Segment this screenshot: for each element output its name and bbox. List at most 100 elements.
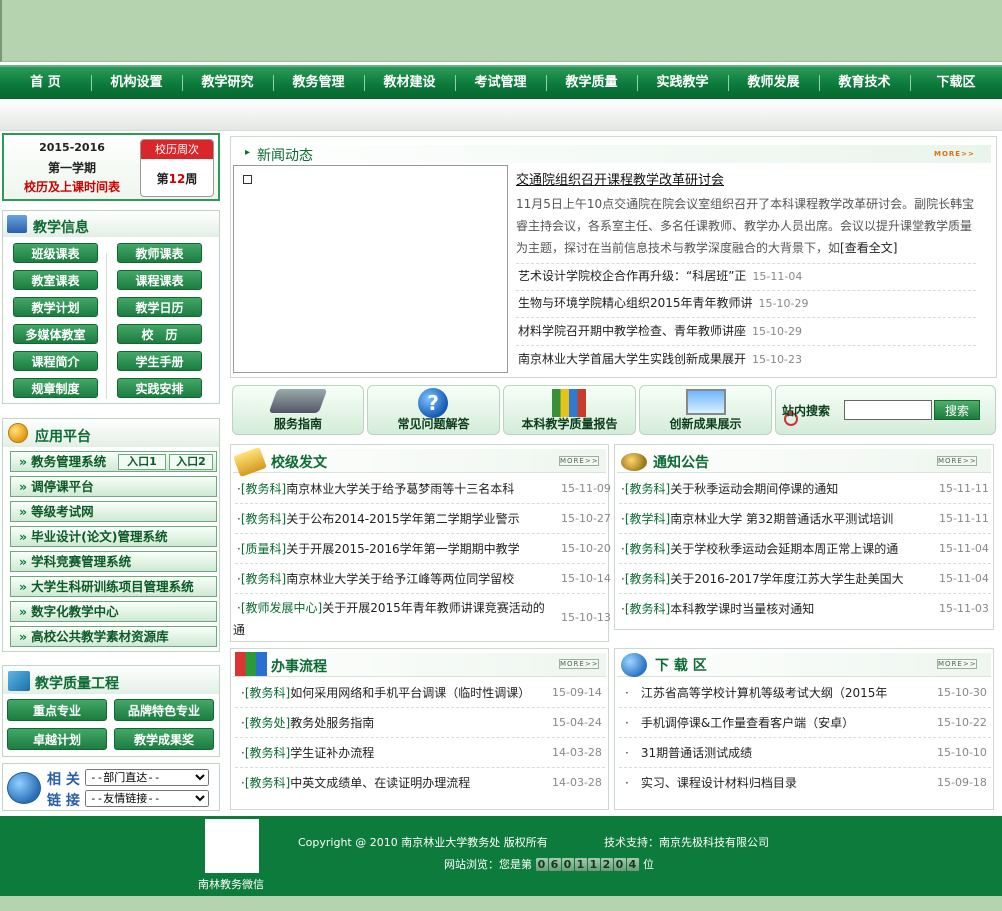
quality-report-link[interactable]: 本科教学质量报告 (503, 385, 636, 435)
btn-school-calendar[interactable]: 校 历 (117, 324, 202, 344)
btn-brand-major[interactable]: 品牌特色专业 (114, 699, 214, 721)
btn-practice-arrangement[interactable]: 实践安排 (117, 378, 202, 398)
btn-excellence-plan[interactable]: 卓越计划 (7, 728, 107, 750)
news-item[interactable]: 材料学院召开期中教学检查、青年教师讲座 15-10-29 (518, 323, 978, 339)
btn-key-major[interactable]: 重点专业 (7, 699, 107, 721)
btn-teacher-schedule[interactable]: 教师课表 (117, 243, 202, 263)
search-input[interactable] (844, 400, 932, 420)
btn-course-schedule[interactable]: 课程课表 (117, 270, 202, 290)
nav-organization[interactable]: 机构设置 (91, 67, 182, 99)
nav-quality[interactable]: 教学质量 (546, 67, 637, 99)
process-item[interactable]: ·[教务科]学生证补办流程 14-03-28 (241, 745, 603, 761)
faq-link[interactable]: ? 常见问题解答 (367, 385, 500, 435)
docs-item-title[interactable]: 关于开展2015-2016学年第一学期期中教学 (286, 542, 519, 556)
news-item[interactable]: 艺术设计学院校企合作再升级：“科居班”正 15-11-04 (518, 268, 978, 284)
platform-competition-system[interactable]: » 学科竞赛管理系统 (10, 551, 217, 572)
innovation-link[interactable]: 创新成果展示 (639, 385, 772, 435)
docs-item-title[interactable]: 南京林业大学关于给予葛梦雨等十三名本科 (286, 482, 514, 496)
download-item[interactable]: · 实习、课程设计材料归档目录 15-09-18 (625, 775, 989, 791)
btn-teaching-award[interactable]: 教学成果奖 (114, 728, 214, 750)
btn-course-intro[interactable]: 课程简介 (13, 351, 98, 371)
news-item-title[interactable]: 艺术设计学院校企合作再升级：“科居班”正 (518, 269, 746, 283)
process-item-title[interactable]: 教务处服务指南 (290, 716, 374, 730)
docs-item-title-continued[interactable]: 通 (233, 623, 245, 637)
process-more-link[interactable]: MORE>> (559, 659, 599, 669)
nav-textbooks[interactable]: 教材建设 (364, 67, 455, 99)
docs-item-title[interactable]: 关于开展2015年青年教师讲课竞赛活动的 (322, 601, 545, 615)
process-item[interactable]: ·[教务科]如何采用网络和手机平台调课（临时性调课） 15-09-14 (241, 685, 603, 701)
nav-exams[interactable]: 考试管理 (455, 67, 546, 99)
notice-item[interactable]: ·[教务科]本科教学课时当量核对通知 15-11-03 (621, 601, 989, 617)
nav-academic-affairs[interactable]: 教务管理 (273, 67, 364, 99)
news-readmore-link[interactable]: [查看全文] (840, 241, 897, 255)
download-item[interactable]: · 手机调停课&工作量查看客户端（安卓） 15-10-22 (625, 715, 989, 731)
process-item-title[interactable]: 如何采用网络和手机平台调课（临时性调课） (290, 686, 530, 700)
platform-research-training[interactable]: » 大学生科研训练项目管理系统 (10, 576, 217, 597)
process-item[interactable]: ·[教务科]中英文成绩单、在读证明办理流程 14-03-28 (241, 775, 603, 791)
news-item-title[interactable]: 南京林业大学首届大学生实践创新成果展开 (518, 352, 746, 366)
btn-teaching-calendar[interactable]: 教学日历 (117, 297, 202, 317)
docs-item[interactable]: ·[教务科]关于公布2014-2015学年第二学期学业警示 15-10-27 (237, 511, 611, 527)
docs-item[interactable]: ·[教务科]南京林业大学关于给予江峰等两位同学留校 15-10-14 (237, 571, 611, 587)
nav-practice[interactable]: 实践教学 (637, 67, 728, 99)
notice-item[interactable]: ·[教务科]关于2016-2017学年度江苏大学生赴美国大 15-11-04 (621, 571, 989, 587)
notice-more-link[interactable]: MORE>> (937, 456, 977, 466)
news-headline[interactable]: 交通院组织召开课程教学改革研讨会 (516, 169, 724, 188)
platform-digital-center[interactable]: » 数字化教学中心 (10, 601, 217, 622)
platform-resource-library[interactable]: » 高校公共教学素材资源库 (10, 626, 217, 647)
docs-item[interactable]: ·[教务科]南京林业大学关于给予葛梦雨等十三名本科 15-11-09 (237, 481, 611, 497)
process-item[interactable]: ·[教务处]教务处服务指南 15-04-24 (241, 715, 603, 731)
notice-item-title[interactable]: 南京林业大学 第32期普通话水平测试培训 (670, 512, 893, 526)
news-item[interactable]: 南京林业大学首届大学生实践创新成果展开 15-10-23 (518, 351, 978, 367)
nav-edu-tech[interactable]: 教育技术 (819, 67, 910, 99)
notice-item[interactable]: ·[教务科]关于学校秋季运动会延期本周正常上课的通 15-11-04 (621, 541, 989, 557)
notice-item-title[interactable]: 关于秋季运动会期间停课的通知 (670, 482, 838, 496)
platform-grade-exam[interactable]: » 等级考试网 (10, 501, 217, 522)
docs-more-link[interactable]: MORE>> (559, 456, 599, 466)
nav-teacher-development[interactable]: 教师发展 (728, 67, 819, 99)
btn-classroom-schedule[interactable]: 教室课表 (13, 270, 98, 290)
btn-multimedia-classroom[interactable]: 多媒体教室 (13, 324, 98, 344)
btn-teaching-plan[interactable]: 教学计划 (13, 297, 98, 317)
download-item-title[interactable]: 手机调停课&工作量查看客户端（安卓） (641, 716, 854, 730)
notice-item-title[interactable]: 本科教学课时当量核对通知 (670, 602, 814, 616)
department-select[interactable]: --部门直达-- (85, 769, 209, 786)
docs-item[interactable]: ·[教师发展中心]关于开展2015年青年教师讲课竞赛活动的 15-10-13 (237, 600, 611, 624)
btn-regulations[interactable]: 规章制度 (13, 378, 98, 398)
notice-item-title[interactable]: 关于学校秋季运动会延期本周正常上课的通 (670, 542, 898, 556)
friend-links-select[interactable]: --友情链接-- (85, 790, 209, 807)
platform-course-adjust[interactable]: » 调停课平台 (10, 476, 217, 497)
docs-item[interactable]: ·[质量科]关于开展2015-2016学年第一学期期中教学 15-10-20 (237, 541, 611, 557)
platform-thesis-system[interactable]: » 毕业设计(论文)管理系统 (10, 526, 217, 547)
process-item-title[interactable]: 学生证补办流程 (290, 746, 374, 760)
news-item-title[interactable]: 生物与环境学院精心组织2015年青年教师讲 (518, 296, 753, 310)
calendar-widget[interactable]: 2015-2016 第一学期 校历及上课时间表 校历周次 第12周 (2, 133, 220, 201)
service-guide-link[interactable]: 服务指南 (232, 385, 364, 435)
notice-item[interactable]: ·[教务科]关于秋季运动会期间停课的通知 15-11-11 (621, 481, 989, 497)
nav-download[interactable]: 下载区 (910, 67, 1002, 99)
download-item-title[interactable]: 实习、课程设计材料归档目录 (641, 776, 797, 790)
btn-class-schedule[interactable]: 班级课表 (13, 243, 98, 263)
entry2-button[interactable]: 入口2 (169, 454, 213, 470)
docs-item-title[interactable]: 南京林业大学关于给予江峰等两位同学留校 (286, 572, 514, 586)
process-item-title[interactable]: 中英文成绩单、在读证明办理流程 (290, 776, 470, 790)
docs-item-wrap[interactable]: 通 (233, 622, 273, 638)
news-image-box[interactable] (233, 165, 508, 373)
notice-item[interactable]: ·[教学科]南京林业大学 第32期普通话水平测试培训 15-11-11 (621, 511, 989, 527)
notice-item-title[interactable]: 关于2016-2017学年度江苏大学生赴美国大 (670, 572, 903, 586)
download-item[interactable]: · 江苏省高等学校计算机等级考试大纲（2015年 15-10-30 (625, 685, 989, 701)
nav-teaching-research[interactable]: 教学研究 (182, 67, 273, 99)
entry1-button[interactable]: 入口1 (118, 454, 166, 470)
news-more-link[interactable]: MORE>> (934, 150, 974, 160)
docs-item-title[interactable]: 关于公布2014-2015学年第二学期学业警示 (286, 512, 519, 526)
btn-student-handbook[interactable]: 学生手册 (117, 351, 202, 371)
download-more-link[interactable]: MORE>> (937, 659, 977, 669)
download-item[interactable]: · 31期普通话测试成绩 15-10-10 (625, 745, 989, 761)
search-button[interactable]: 搜索 (934, 400, 980, 420)
nav-home[interactable]: 首 页 (0, 67, 91, 99)
platform-item-label: 大学生科研训练项目管理系统 (31, 579, 194, 594)
download-item-title[interactable]: 江苏省高等学校计算机等级考试大纲（2015年 (641, 686, 888, 700)
news-item-title[interactable]: 材料学院召开期中教学检查、青年教师讲座 (518, 324, 746, 338)
download-item-title[interactable]: 31期普通话测试成绩 (641, 746, 752, 760)
news-item[interactable]: 生物与环境学院精心组织2015年青年教师讲 15-10-29 (518, 295, 978, 311)
